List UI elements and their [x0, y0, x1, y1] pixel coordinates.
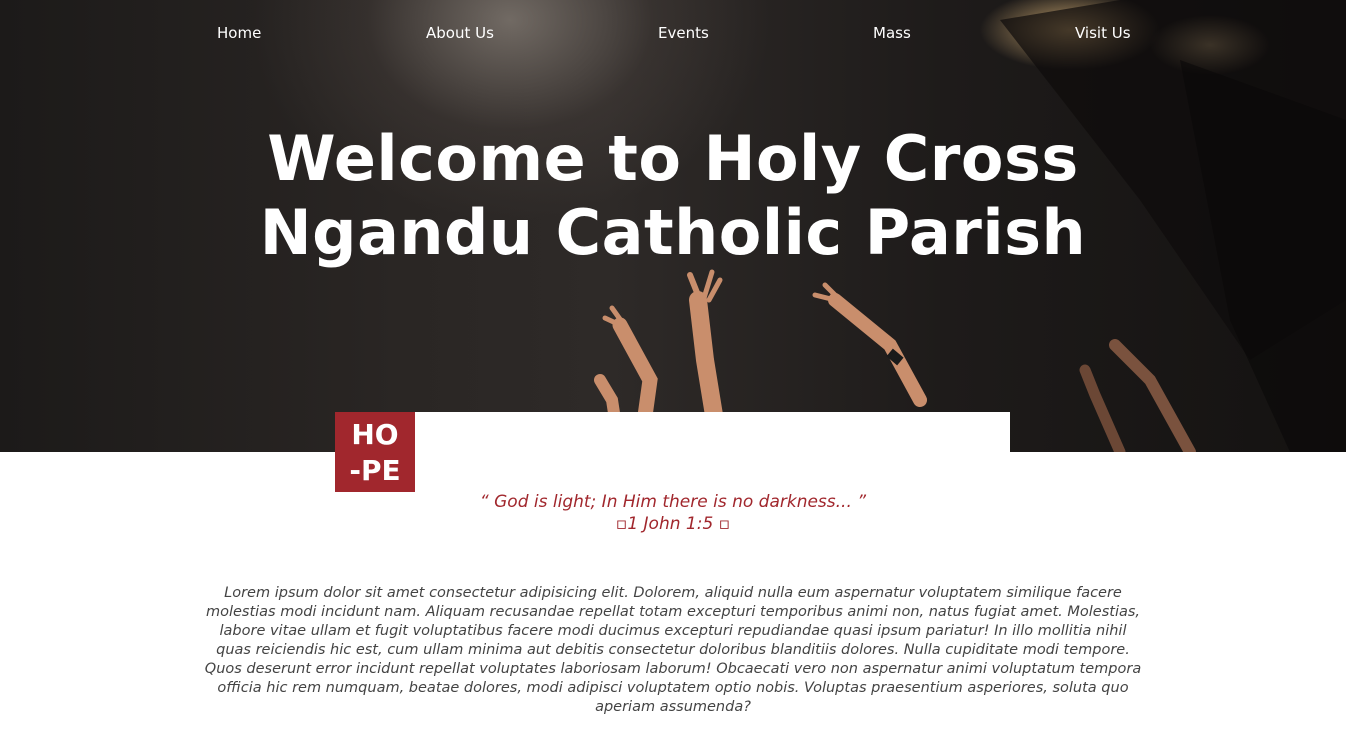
- quote-text: “ God is light; In Him there is no darkn…: [479, 492, 867, 512]
- hope-badge-line2: -PE: [349, 454, 401, 487]
- intro-paragraph: Lorem ipsum dolor sit amet consectetur a…: [204, 585, 1142, 715]
- nav-mass[interactable]: Mass: [873, 24, 911, 42]
- scripture-quote: “ God is light; In Him there is no darkn…: [300, 491, 1046, 535]
- quote-reference: ▫1 John 1:5 ▫: [615, 514, 731, 534]
- hero-title: Welcome to Holy Cross Ngandu Catholic Pa…: [259, 122, 1087, 269]
- hope-badge: HO -PE: [335, 412, 415, 492]
- hope-badge-line1: HO: [351, 418, 399, 451]
- nav-visit-us[interactable]: Visit Us: [1075, 24, 1131, 42]
- nav-about-us[interactable]: About Us: [426, 24, 494, 42]
- content-card-top: [415, 412, 1010, 452]
- nav-events[interactable]: Events: [658, 24, 709, 42]
- nav-home[interactable]: Home: [217, 24, 261, 42]
- hero-banner: Home About Us Events Mass Visit Us Welco…: [0, 0, 1346, 452]
- main-nav: Home About Us Events Mass Visit Us: [0, 24, 1346, 46]
